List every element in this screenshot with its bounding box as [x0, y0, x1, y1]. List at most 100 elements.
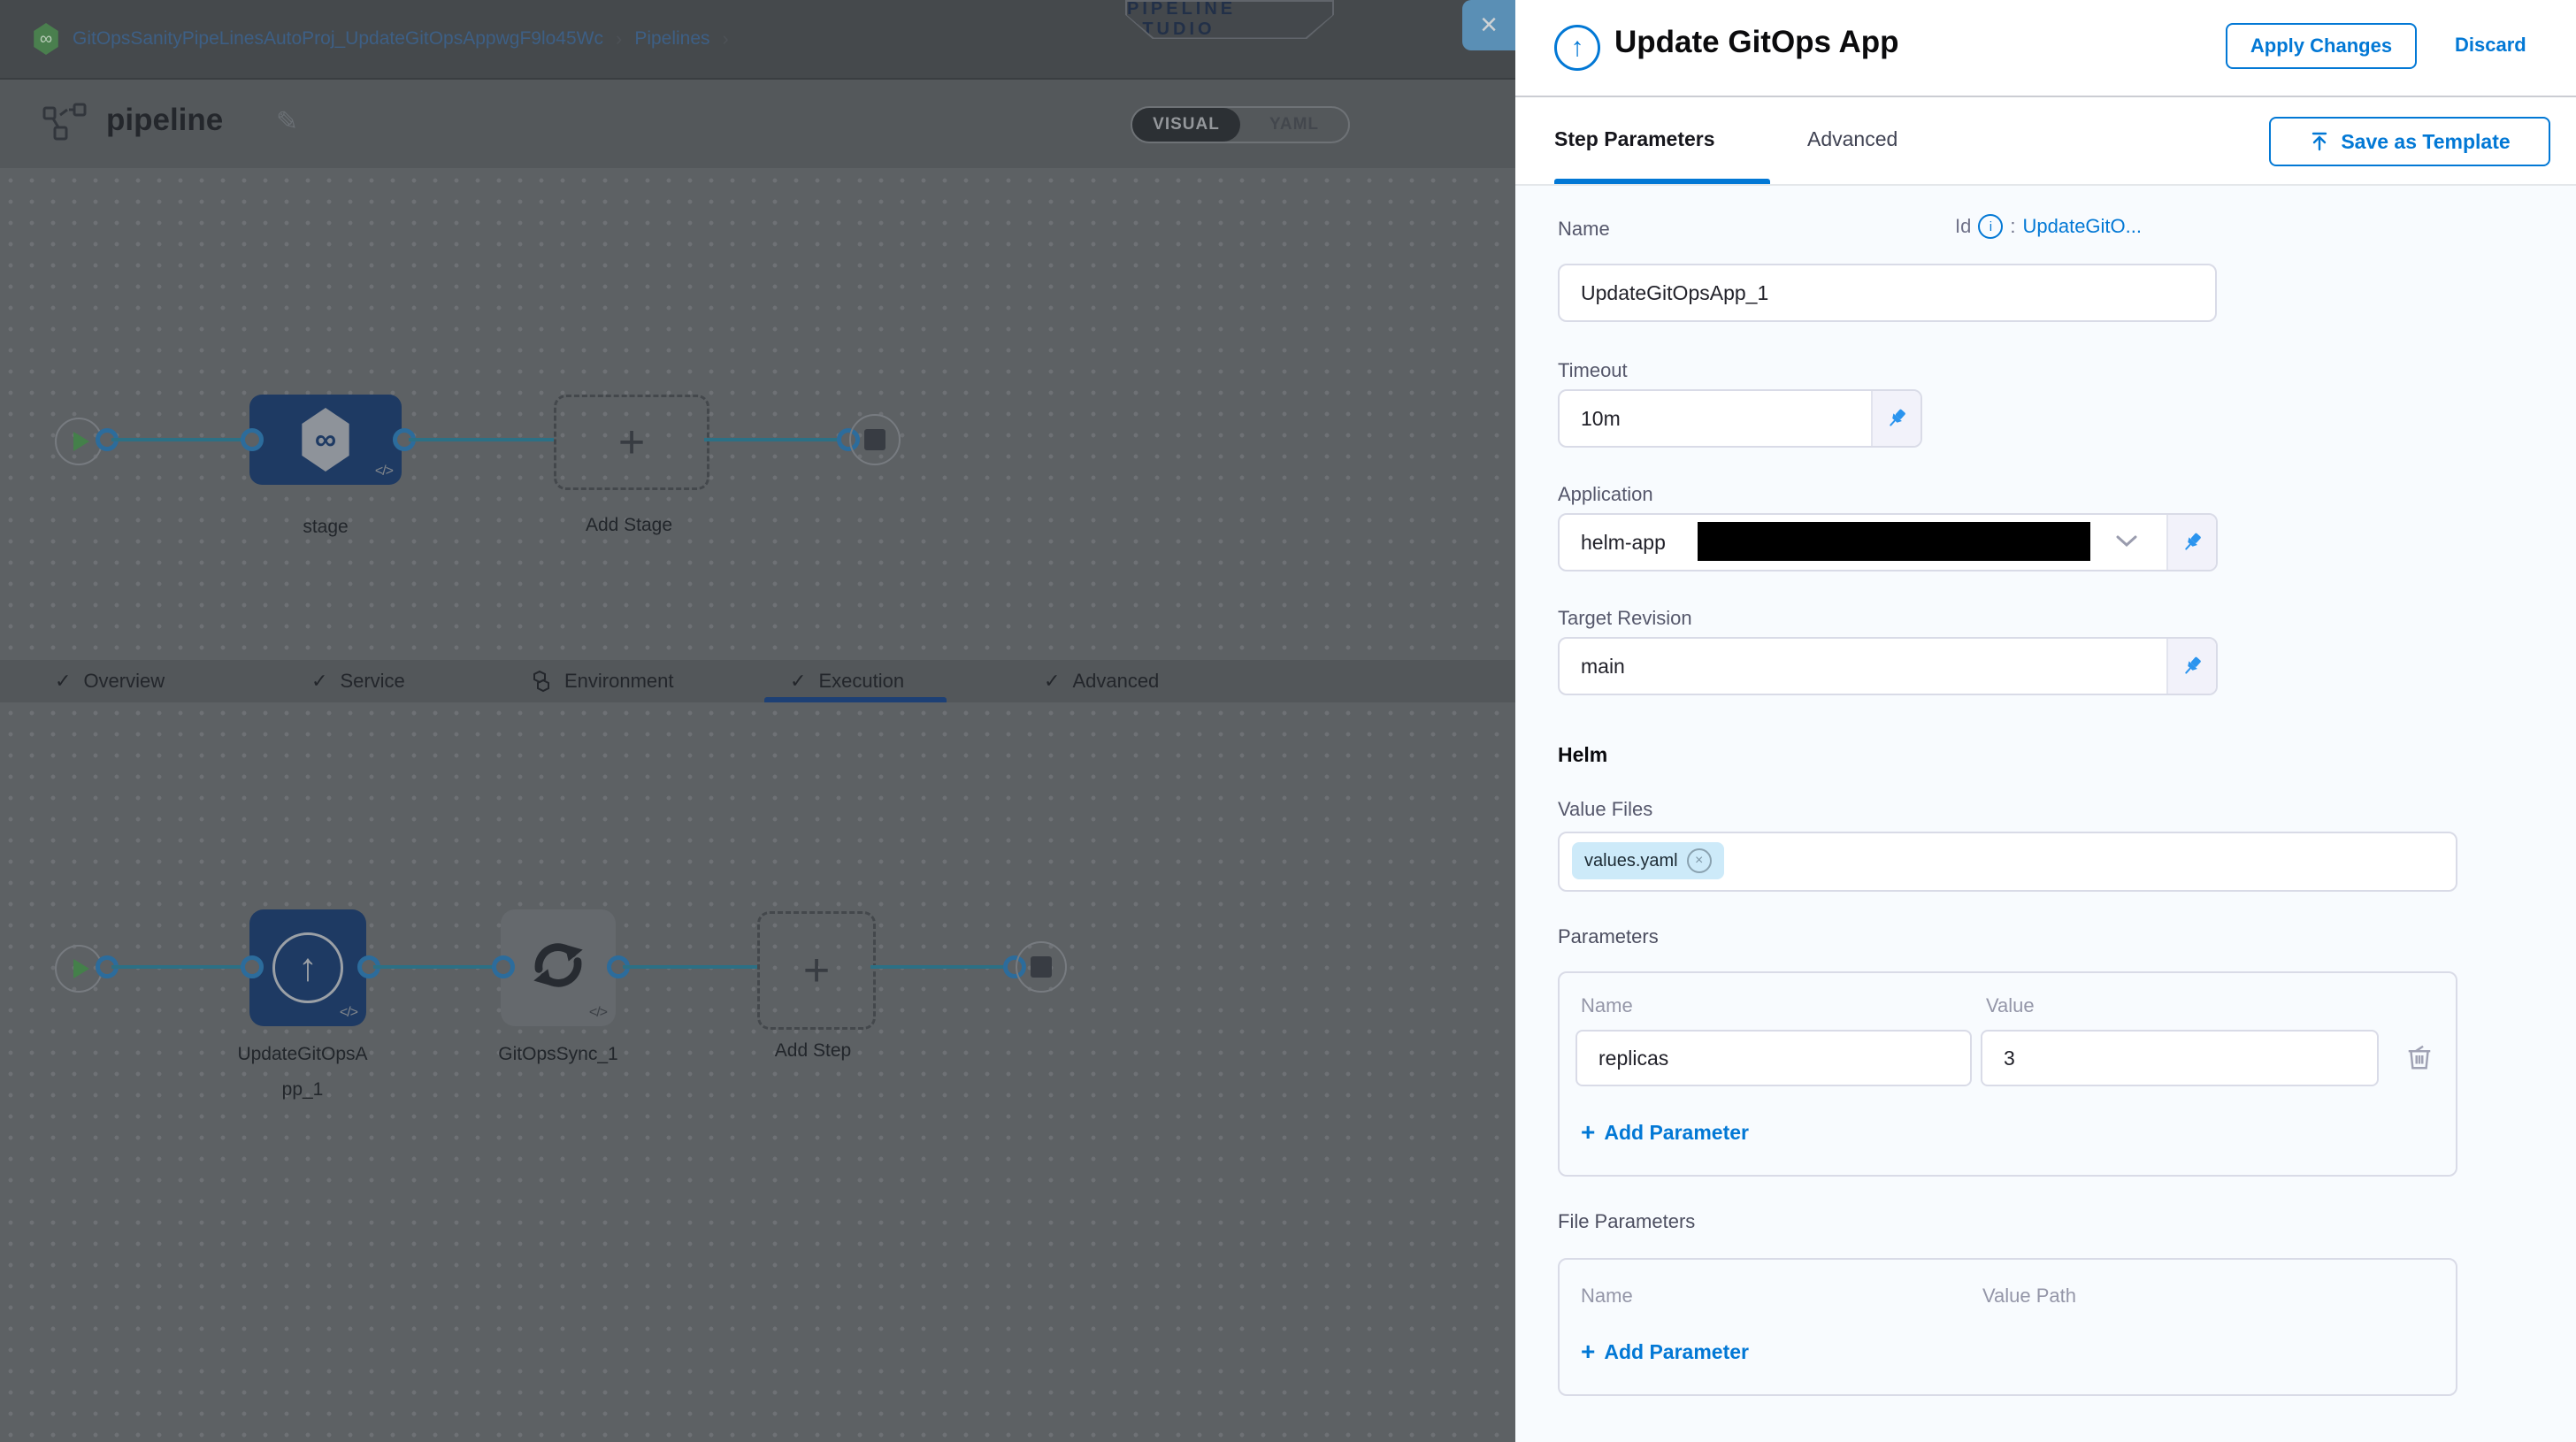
- code-icon: </>: [340, 1005, 357, 1021]
- parameters-value-header: Value: [1986, 994, 2035, 1017]
- pipeline-studio-area: ∞ GitOpsSanityPipeLinesAutoProj_UpdateGi…: [0, 0, 1515, 1442]
- add-parameter-button[interactable]: + Add Parameter: [1581, 1118, 1749, 1147]
- info-icon[interactable]: i: [1978, 214, 2003, 239]
- connector: [409, 438, 554, 441]
- parameter-value-input[interactable]: 3: [1981, 1030, 2379, 1086]
- add-step-label: Add Step: [775, 1040, 851, 1062]
- breadcrumb: ∞ GitOpsSanityPipeLinesAutoProj_UpdateGi…: [32, 23, 729, 55]
- step-label: UpdateGitOpsA: [237, 1044, 367, 1065]
- update-gitops-app-step-node[interactable]: ↑ </>: [249, 909, 366, 1026]
- connector: [870, 965, 1014, 969]
- parameters-name-header: Name: [1581, 994, 1633, 1017]
- timeout-input[interactable]: 10m: [1558, 389, 1922, 448]
- panel-body: Name Id i : UpdateGitO... UpdateGitOpsAp…: [1515, 186, 2576, 1442]
- application-pin-button[interactable]: [2166, 515, 2216, 570]
- breadcrumb-pipelines-link[interactable]: Pipelines: [634, 28, 709, 50]
- step-id: Id i : UpdateGitO...: [1955, 214, 2142, 239]
- parameters-card: Name Value replicas 3 + Add Parameter: [1558, 971, 2457, 1177]
- step-label: GitOpsSync_1: [498, 1044, 617, 1065]
- check-icon: ✓: [790, 670, 806, 693]
- stop-icon: [864, 429, 886, 450]
- target-revision-input[interactable]: main: [1558, 637, 2218, 695]
- target-revision-label: Target Revision: [1558, 607, 1692, 630]
- close-panel-button[interactable]: ×: [1462, 0, 1515, 50]
- file-parameters-value-path-header: Value Path: [1982, 1285, 2076, 1308]
- pin-icon: [2180, 654, 2204, 679]
- check-icon: ✓: [311, 670, 327, 693]
- parameters-label: Parameters: [1558, 925, 1659, 948]
- toggle-yaml[interactable]: YAML: [1240, 108, 1348, 142]
- toggle-visual[interactable]: VISUAL: [1132, 108, 1240, 142]
- tab-advanced[interactable]: ✓ Advanced: [1044, 660, 1159, 702]
- connector: [373, 965, 501, 969]
- execution-canvas: ↑ </> </> + UpdateGitOpsA pp_1: [0, 702, 1515, 1442]
- apply-changes-button[interactable]: Apply Changes: [2226, 23, 2417, 69]
- tab-overview[interactable]: ✓ Overview: [55, 660, 165, 702]
- save-template-icon: [2309, 131, 2330, 152]
- active-tab-underline: [1554, 179, 1770, 184]
- stage-label: stage: [303, 517, 348, 538]
- remove-chip-icon[interactable]: ×: [1687, 848, 1712, 873]
- step-config-panel: ↑ Update GitOps App Apply Changes Discar…: [1515, 0, 2576, 1442]
- breadcrumb-separator: ›: [723, 27, 729, 50]
- stop-icon: [1031, 956, 1052, 978]
- value-file-chip: values.yaml ×: [1572, 842, 1724, 879]
- connector: [111, 965, 249, 969]
- check-icon: ✓: [55, 670, 71, 693]
- visual-yaml-toggle: VISUAL YAML: [1131, 106, 1350, 143]
- pipeline-end-node: [849, 414, 901, 465]
- add-stage-label: Add Stage: [586, 515, 672, 536]
- file-parameters-card: Name Value Path + Add Parameter: [1558, 1258, 2457, 1396]
- gitops-sync-step-node[interactable]: </>: [501, 909, 616, 1026]
- parameter-name-input[interactable]: replicas: [1576, 1030, 1972, 1086]
- plus-icon: +: [1581, 1338, 1595, 1366]
- application-select[interactable]: helm-app: [1558, 513, 2218, 571]
- pipeline-title: pipeline: [106, 103, 223, 138]
- trash-icon[interactable]: [2406, 1042, 2433, 1072]
- file-parameters-label: File Parameters: [1558, 1210, 1695, 1233]
- environment-icon: [531, 670, 552, 693]
- connector: [111, 438, 249, 441]
- name-input[interactable]: UpdateGitOpsApp_1: [1558, 264, 2217, 322]
- redacted-value: [1698, 522, 2090, 561]
- play-icon: [73, 432, 89, 451]
- tab-advanced-panel[interactable]: Advanced: [1807, 127, 1898, 151]
- add-file-parameter-button[interactable]: + Add Parameter: [1581, 1338, 1749, 1366]
- tab-execution[interactable]: ✓ Execution: [790, 660, 904, 702]
- breadcrumb-separator: ›: [616, 27, 622, 50]
- check-icon: ✓: [1044, 670, 1060, 693]
- timeout-label: Timeout: [1558, 359, 1628, 382]
- stage-tabs: ✓ Overview ✓ Service Environment ✓ Execu…: [0, 660, 1515, 704]
- step-id-value[interactable]: UpdateGitO...: [2022, 215, 2142, 238]
- file-parameters-name-header: Name: [1581, 1285, 1633, 1308]
- helm-heading: Helm: [1558, 743, 1607, 767]
- panel-tabs: Step Parameters Advanced Save as Templat…: [1515, 97, 2576, 186]
- pipeline-graph-icon: [42, 103, 88, 145]
- pipeline-titlebar: pipeline ✎ VISUAL YAML: [0, 80, 1515, 168]
- plus-icon: +: [1581, 1118, 1595, 1147]
- panel-header: ↑ Update GitOps App Apply Changes Discar…: [1515, 0, 2576, 97]
- connector: [704, 438, 844, 441]
- code-icon: </>: [375, 464, 393, 479]
- stage-node[interactable]: ∞ </>: [249, 395, 402, 485]
- step-label: pp_1: [282, 1079, 324, 1101]
- add-step-button[interactable]: +: [757, 911, 876, 1030]
- tab-service[interactable]: ✓ Service: [311, 660, 405, 702]
- add-stage-button[interactable]: +: [554, 395, 709, 490]
- save-as-template-button[interactable]: Save as Template: [2269, 117, 2550, 166]
- tab-step-parameters[interactable]: Step Parameters: [1554, 127, 1715, 151]
- tab-environment[interactable]: Environment: [531, 660, 674, 702]
- pipeline-studio-badge: PIPELINE STUDIO: [1125, 0, 1334, 39]
- sync-icon: [527, 934, 589, 996]
- chevron-down-icon: [2115, 534, 2138, 548]
- breadcrumb-project-link[interactable]: GitOpsSanityPipeLinesAutoProj_UpdateGitO…: [73, 28, 603, 50]
- timeout-pin-button[interactable]: [1871, 391, 1920, 446]
- target-revision-pin-button[interactable]: [2166, 639, 2216, 694]
- project-icon: ∞: [32, 23, 60, 55]
- stage-canvas: ∞ </> + stage Add Stage: [0, 170, 1515, 660]
- name-label: Name: [1558, 218, 1610, 241]
- discard-button[interactable]: Discard: [2455, 34, 2526, 57]
- edit-pencil-icon[interactable]: ✎: [276, 106, 298, 137]
- arrow-up-circle-icon: ↑: [272, 932, 343, 1003]
- value-files-label: Value Files: [1558, 798, 1652, 821]
